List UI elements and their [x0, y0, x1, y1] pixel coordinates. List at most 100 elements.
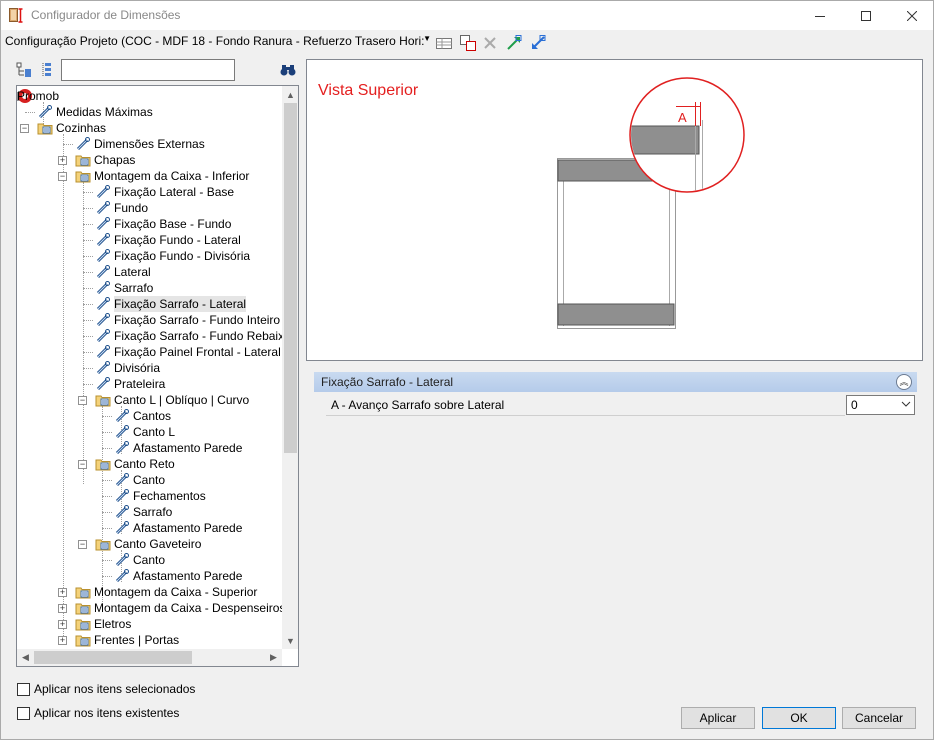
cancel-button[interactable]: Cancelar — [842, 707, 916, 729]
horizontal-scroll-thumb[interactable] — [34, 651, 192, 664]
expand-icon[interactable]: + — [58, 604, 67, 613]
tree-node[interactable]: Fixação Painel Frontal - Lateral — [17, 344, 283, 360]
node-icon — [75, 152, 91, 168]
tree-horizontal-scrollbar[interactable]: ◀ ▶ — [17, 649, 282, 666]
apply-selected-checkbox[interactable] — [17, 682, 30, 696]
expand-icon[interactable]: + — [58, 620, 67, 629]
tree-node-label: Sarrafo — [114, 281, 154, 295]
tree-node[interactable]: Prateleira — [17, 376, 283, 392]
tree-node[interactable]: Fixação Base - Fundo — [17, 216, 283, 232]
app-icon — [9, 8, 23, 23]
tree-node[interactable]: + Chapas — [17, 152, 283, 168]
tree-node[interactable]: Medidas Máximas — [17, 104, 283, 120]
expand-icon[interactable]: + — [58, 156, 67, 165]
dimension-pin-icon — [115, 409, 129, 423]
collapse-icon[interactable]: − — [58, 172, 67, 181]
tree-node[interactable]: Fixação Fundo - Divisória — [17, 248, 283, 264]
node-icon — [95, 296, 111, 312]
tree-node[interactable]: Fundo — [17, 200, 283, 216]
apply-existing-option[interactable]: Aplicar nos itens existentes — [17, 705, 179, 721]
tree-node[interactable]: Sarrafo — [17, 280, 283, 296]
dimension-pin-icon — [115, 425, 129, 439]
node-icon — [75, 632, 91, 648]
tree-node[interactable]: Canto L — [17, 424, 283, 440]
collapse-icon[interactable]: − — [78, 540, 87, 549]
collapse-section-icon[interactable]: ︽ — [896, 374, 912, 390]
tree-node[interactable]: + Montagem da Caixa - Despenseiros | T — [17, 600, 283, 616]
dimension-pin-icon — [96, 361, 110, 375]
expand-icon[interactable]: + — [58, 636, 67, 645]
tree-node[interactable]: Dimensões Externas — [17, 136, 283, 152]
ok-button[interactable]: OK — [762, 707, 836, 729]
dimension-pin-icon — [96, 297, 110, 311]
tree-node[interactable]: + Eletros — [17, 616, 283, 632]
tree-node[interactable]: Fixação Sarrafo - Lateral — [17, 296, 283, 312]
dimension-pin-icon — [115, 473, 129, 487]
collapse-tree-button[interactable] — [39, 61, 57, 79]
collapse-icon[interactable]: − — [78, 396, 87, 405]
tree-node[interactable]: + Montagem da Caixa - Superior — [17, 584, 283, 600]
tree-node[interactable]: Sarrafo — [17, 504, 283, 520]
tree-node[interactable]: − Montagem da Caixa - Inferior — [17, 168, 283, 184]
tree-node[interactable]: − Canto Gaveteiro — [17, 536, 283, 552]
tree-node[interactable]: Fixação Lateral - Base — [17, 184, 283, 200]
dimension-pin-icon — [96, 313, 110, 327]
folder-icon — [75, 155, 91, 167]
tree-vertical-scrollbar[interactable]: ▲ ▼ — [282, 86, 298, 649]
tree-node[interactable]: Afastamento Parede — [17, 440, 283, 456]
configuration-select[interactable]: Configuração Projeto (COC - MDF 18 - Fon… — [5, 34, 433, 52]
tree-node[interactable]: + Frentes | Portas — [17, 632, 283, 648]
configuration-tree[interactable]: −PromobMedidas Máximas−CozinhasDimensões… — [16, 85, 299, 667]
apply-button[interactable]: Aplicar — [681, 707, 755, 729]
property-value-select[interactable]: 0 — [846, 395, 915, 415]
maximize-button[interactable] — [843, 1, 889, 30]
copy-button[interactable] — [459, 34, 477, 52]
tree-node-label: Sarrafo — [133, 505, 173, 519]
export-button[interactable] — [505, 34, 523, 52]
tree-node[interactable]: − Canto Reto — [17, 456, 283, 472]
tree-node[interactable]: Fechamentos — [17, 488, 283, 504]
minimize-icon — [815, 15, 825, 17]
property-row: A - Avanço Sarrafo sobre Lateral 0 — [326, 395, 917, 416]
tree-node[interactable]: Divisória — [17, 360, 283, 376]
tree-node[interactable]: Fixação Fundo - Lateral — [17, 232, 283, 248]
tree-node[interactable]: Cantos — [17, 408, 283, 424]
expand-icon[interactable]: + — [58, 588, 67, 597]
delete-button[interactable] — [481, 34, 499, 52]
collapse-icon[interactable]: − — [78, 460, 87, 469]
tree-node[interactable]: Afastamento Parede — [17, 568, 283, 584]
property-section-header[interactable]: Fixação Sarrafo - Lateral ︽ — [314, 372, 917, 392]
expand-tree-button[interactable] — [15, 61, 33, 79]
minimize-button[interactable] — [797, 1, 843, 30]
maximize-icon — [861, 10, 871, 21]
tree-node[interactable]: Canto — [17, 552, 283, 568]
dimension-pin-icon — [96, 281, 110, 295]
binoculars-icon — [280, 65, 296, 76]
apply-selected-option[interactable]: Aplicar nos itens selecionados — [17, 681, 195, 697]
import-button[interactable] — [529, 34, 547, 52]
tree-node[interactable]: − Cozinhas — [17, 120, 283, 136]
tree-node[interactable]: Lateral — [17, 264, 283, 280]
tree-node[interactable]: Afastamento Parede — [17, 520, 283, 536]
table-edit-button[interactable] — [435, 34, 453, 52]
scroll-down-icon[interactable]: ▼ — [282, 632, 298, 649]
dimension-pin-icon — [96, 265, 110, 279]
scroll-left-icon[interactable]: ◀ — [17, 649, 34, 666]
scroll-up-icon[interactable]: ▲ — [282, 86, 298, 103]
node-icon — [114, 488, 130, 504]
apply-existing-checkbox[interactable] — [17, 706, 30, 720]
vertical-scroll-thumb[interactable] — [284, 103, 297, 453]
node-icon — [75, 616, 91, 632]
collapse-icon[interactable]: − — [20, 124, 29, 133]
tree-node[interactable]: Fixação Sarrafo - Fundo Inteiro — [17, 312, 283, 328]
tree-node[interactable]: − Canto L | Oblíquo | Curvo — [17, 392, 283, 408]
find-button[interactable] — [279, 61, 297, 79]
tree-node[interactable]: Fixação Sarrafo - Fundo Rebaixad — [17, 328, 283, 344]
tree-node[interactable]: Canto — [17, 472, 283, 488]
tree-node[interactable]: −Promob — [17, 88, 283, 104]
tree-node-label: Canto Reto — [114, 457, 175, 471]
tree-search-input[interactable] — [61, 59, 235, 81]
close-button[interactable] — [889, 1, 934, 30]
scroll-right-icon[interactable]: ▶ — [265, 649, 282, 666]
folder-icon — [75, 619, 91, 631]
